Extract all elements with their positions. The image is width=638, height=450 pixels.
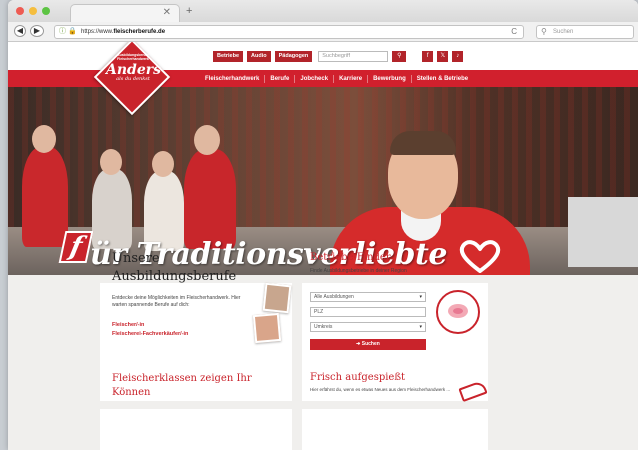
nav-item-fleischerhandwerk[interactable]: Fleischerhandwerk [200,74,266,83]
url-prefix: https://www. [81,29,114,35]
chevron-down-icon: ▾ [419,324,422,330]
hero-slider[interactable]: f ür Traditionsverliebte [8,87,638,275]
hero-person-head [32,125,56,153]
address-bar[interactable]: ⓘ 🔒 https://www.fleischerberufe.de C [54,25,524,39]
plz-input[interactable]: PLZ [310,307,426,317]
browser-titlebar: ✕ + [8,0,638,22]
training-select[interactable]: Alle Ausbildungen ▾ [310,292,426,302]
browser-search-placeholder: Suchen [553,29,574,35]
nav-item-bewerbung[interactable]: Bewerbung [368,74,412,83]
hero-person [22,147,68,247]
nav-item-karriere[interactable]: Karriere [334,74,369,83]
hero-person-head [194,125,220,155]
heart-icon [459,240,501,273]
secure-lock-icon: ⓘ 🔒 [59,28,77,35]
fleischerklassen-title[interactable]: Fleischerklassen zeigen Ihr Können [112,372,282,400]
close-window-button[interactable] [16,7,24,15]
browser-tab[interactable]: ✕ [70,4,180,22]
chevron-down-icon: ▾ [419,294,422,300]
finder-title: Betriebe-Finder [310,252,391,263]
reload-icon[interactable]: C [511,26,517,38]
news-title[interactable]: Frisch aufgespießt [310,372,405,383]
hero-fridge [568,197,638,267]
nav-item-berufe[interactable]: Berufe [265,74,296,83]
job-link-fleischer[interactable]: Fleischer/-in [112,322,144,328]
plz-placeholder: PLZ [314,309,324,315]
ausbildung-title-line1: Unsere [112,251,160,266]
ausbildung-intro: Entdecke deine Möglichkeiten im Fleische… [112,295,241,308]
pig-nose-icon [453,308,463,314]
logo-tagline: Ausbildungsberufe Fleischerhandwerk [117,53,149,61]
close-tab-icon[interactable]: ✕ [163,7,171,18]
utility-bar: Betriebe Audio Pädagogen Suchbegriff ⚲ f… [8,42,638,70]
twitter-icon[interactable]: 𝕏 [437,51,449,62]
hero-main-person-hair [390,131,456,155]
finder-search-button[interactable]: ➔ Suchen [310,339,426,350]
browser-window: ✕ + ◀ ▶ ⓘ 🔒 https://www.fleischerberufe.… [8,0,638,450]
browser-toolbar: ◀ ▶ ⓘ 🔒 https://www.fleischerberufe.de C… [8,22,638,42]
radius-select-value: Umkreis [314,324,333,330]
nav-item-jobcheck[interactable]: Jobcheck [295,74,335,83]
site-search-input[interactable]: Suchbegriff [318,51,389,62]
window-controls [16,7,50,15]
training-select-value: Alle Ausbildungen [314,294,354,300]
maximize-window-button[interactable] [42,7,50,15]
news-text: Hier erfährst du, wenn es etwas Neues au… [310,387,451,392]
fleischerklassen-card [100,409,292,450]
ausbildung-title: Unsere Ausbildungsberufe [112,250,236,286]
job-link-fachverkaeufer[interactable]: Fleischerei-Fachverkäufer/-in [112,331,188,337]
hero-person-head [100,149,122,175]
minimize-window-button[interactable] [29,7,37,15]
nav-item-stellen-betriebe[interactable]: Stellen & Betriebe [412,75,473,83]
search-icon: ⚲ [541,27,547,36]
utility-paedagogen-button[interactable]: Pädagogen [274,51,313,62]
apprentice-photo [252,312,282,344]
facebook-icon[interactable]: f [422,51,434,62]
logo-brand: Anders [106,62,161,78]
tiktok-icon[interactable]: ♪ [452,51,464,62]
finder-text: Finde Ausbildungsbetriebe in deiner Regi… [310,268,407,274]
news-card [302,409,488,450]
url-domain: fleischerberufe.de [113,29,166,35]
utility-audio-button[interactable]: Audio [247,51,271,62]
apprentice-photo [262,282,292,314]
hero-person-head [152,151,174,177]
back-icon[interactable]: ◀ [14,25,26,37]
ausbildung-title-line2: Ausbildungsberufe [112,269,237,284]
hero-person [184,149,236,249]
site-search-button[interactable]: ⚲ [392,51,407,62]
new-tab-icon[interactable]: + [186,5,192,17]
logo[interactable]: Ausbildungsberufe Fleischerhandwerk Ande… [106,46,161,116]
main-menu: Fleischerhandwerk Berufe Jobcheck Karrie… [200,70,473,87]
utility-betriebe-button[interactable]: Betriebe [213,51,244,62]
utility-links: Betriebe Audio Pädagogen Suchbegriff ⚲ f… [213,51,464,62]
forward-icon[interactable]: ▶ [30,25,44,37]
radius-select[interactable]: Umkreis ▾ [310,322,426,332]
browser-search-input[interactable]: ⚲ Suchen [536,25,634,39]
